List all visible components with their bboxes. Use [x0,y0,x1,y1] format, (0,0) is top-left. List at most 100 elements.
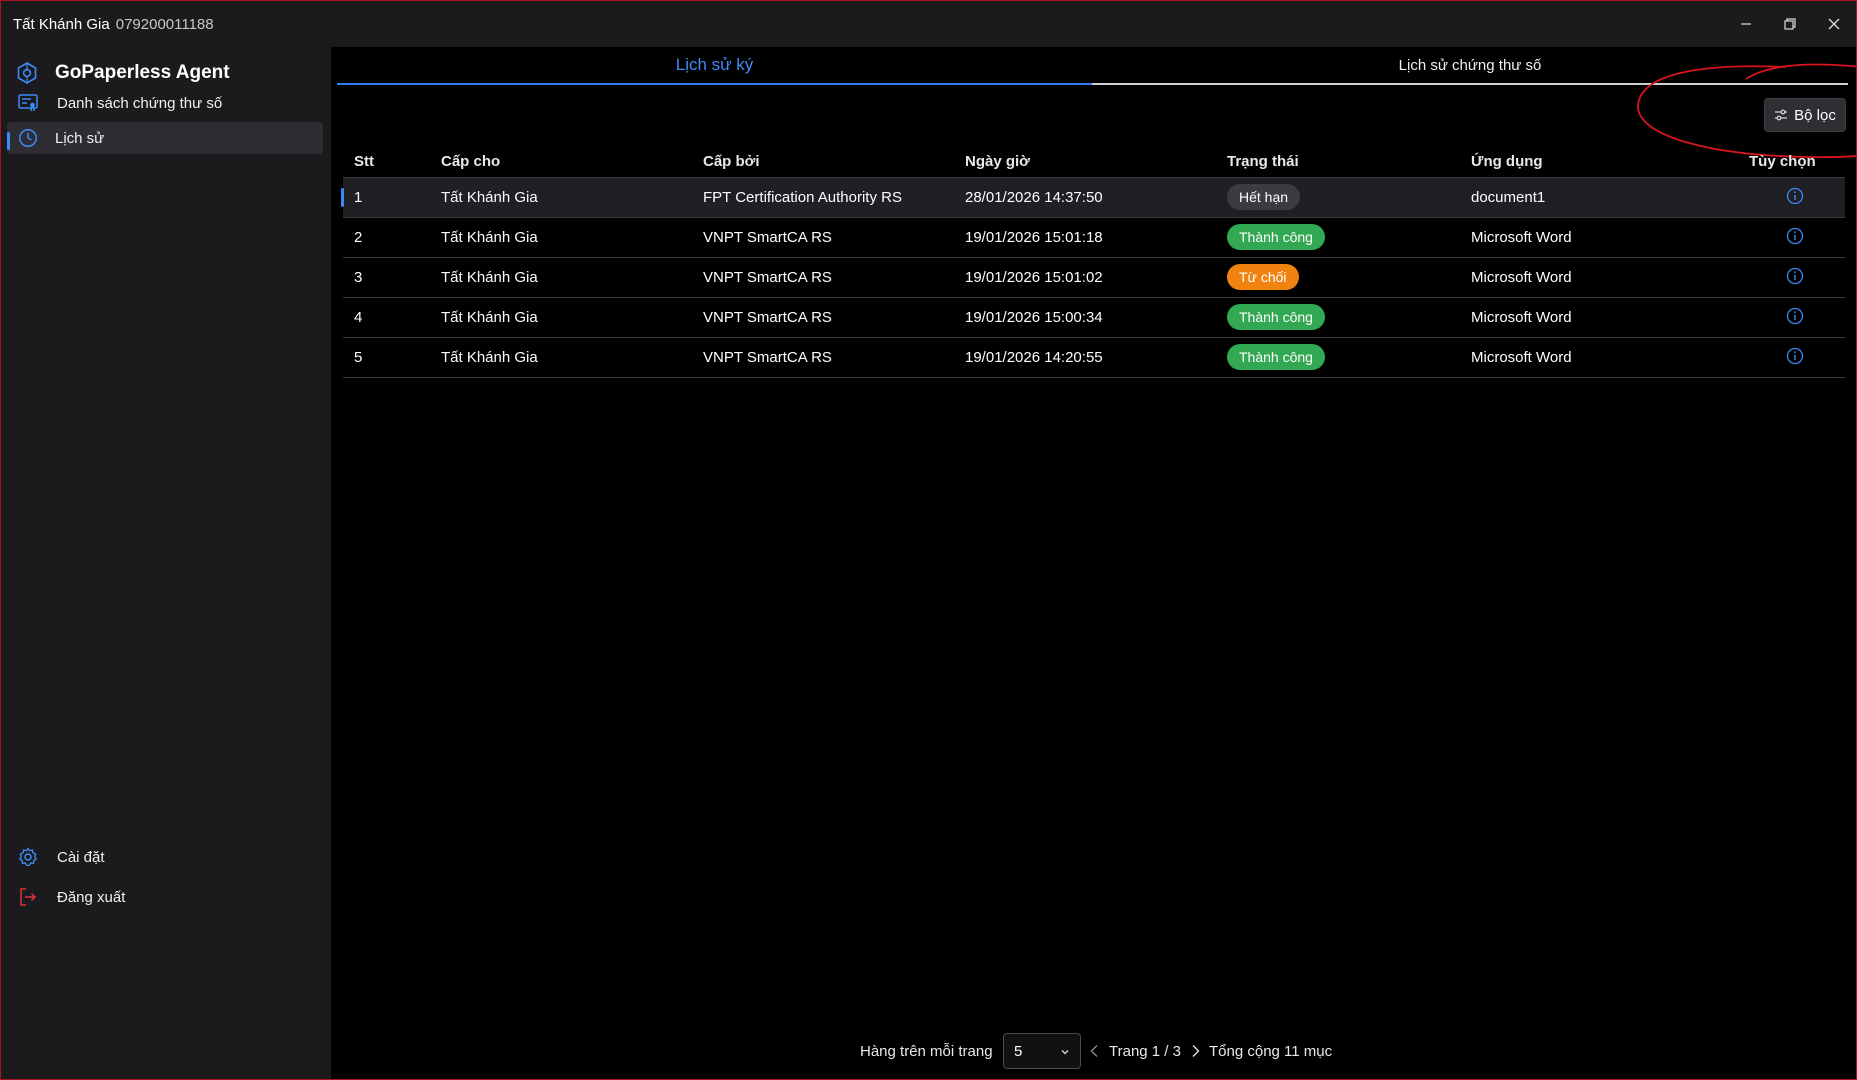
column-header-status: Trạng thái [1227,153,1299,170]
sidebar-item-history[interactable]: Lịch sử [7,122,323,154]
title-bar: Tất Khánh Gia 079200011188 [1,1,1856,47]
table-row[interactable]: 5 Tất Khánh Gia VNPT SmartCA RS 19/01/20… [343,338,1845,378]
window-controls [1724,1,1856,47]
table-header: Stt Cấp cho Cấp bởi Ngày giờ Trạng thái … [343,145,1845,177]
cell-application: Microsoft Word [1471,309,1572,326]
tab-label: Lịch sử chứng thư số [1398,56,1542,74]
filter-button[interactable]: Bộ lọc [1764,98,1846,132]
filter-button-label: Bộ lọc [1794,106,1836,124]
info-icon[interactable] [1786,187,1804,209]
app-logo-icon [17,62,37,84]
status-badge: Thành công [1227,344,1325,370]
cell-datetime: 28/01/2026 14:37:50 [965,189,1103,206]
close-icon [1828,18,1840,30]
column-header-application: Ứng dụng [1471,153,1543,170]
main-content: Lịch sử ký Lịch sử chứng thư số Bộ lọc S… [331,47,1856,1079]
status-badge-label: Từ chối [1227,264,1299,290]
cell-datetime: 19/01/2026 15:01:18 [965,229,1103,246]
column-header-issued-to: Cấp cho [441,153,501,170]
close-button[interactable] [1812,1,1856,47]
sliders-icon [1774,109,1788,121]
status-badge-label: Thành công [1227,304,1325,330]
column-header-options: Tùy chọn [1749,153,1816,170]
column-header-datetime: Ngày giờ [965,153,1030,170]
restore-button[interactable] [1768,1,1812,47]
tab-certificate-history[interactable]: Lịch sử chứng thư số [1092,47,1848,85]
cell-stt: 4 [354,309,363,326]
cell-issued-by: VNPT SmartCA RS [703,269,832,286]
rows-per-page-label: Hàng trên mỗi trang [860,1043,993,1060]
cell-application: document1 [1471,189,1546,206]
cell-issued-to: Tất Khánh Gia [441,229,538,246]
cell-application: Microsoft Word [1471,229,1572,246]
info-icon[interactable] [1786,307,1804,329]
history-table: Stt Cấp cho Cấp bởi Ngày giờ Trạng thái … [341,145,1845,378]
status-badge-label: Thành công [1227,344,1325,370]
cell-datetime: 19/01/2026 14:20:55 [965,349,1103,366]
cell-issued-to: Tất Khánh Gia [441,269,538,286]
clock-icon [17,127,39,149]
cell-issued-by: VNPT SmartCA RS [703,309,832,326]
sidebar-item-certificates[interactable]: Danh sách chứng thư số [7,84,323,122]
column-header-issued-by: Cấp bởi [703,153,760,170]
total-items-label: Tổng cộng 11 mục [1209,1043,1333,1060]
cell-issued-by: VNPT SmartCA RS [703,229,832,246]
sidebar-item-settings[interactable]: Cài đặt [7,838,323,876]
tab-bar: Lịch sử ký Lịch sử chứng thư số [337,47,1856,85]
tab-signing-history[interactable]: Lịch sử ký [337,47,1092,85]
sidebar-item-label: Lịch sử [55,129,105,147]
user-id: 079200011188 [115,15,214,33]
cell-datetime: 19/01/2026 15:00:34 [965,309,1103,326]
column-header-stt: Stt [354,153,374,170]
cell-stt: 1 [354,189,363,206]
chevron-down-icon [1060,1044,1070,1062]
cell-datetime: 19/01/2026 15:01:02 [965,269,1103,286]
cell-issued-by: FPT Certification Authority RS [703,189,902,206]
sidebar-item-label: Danh sách chứng thư số [57,94,223,112]
prev-page-icon[interactable] [1089,1044,1101,1063]
pagination: Hàng trên mỗi trang 5 Trang 1 / 3 Tổng c… [331,1033,1856,1069]
restore-icon [1784,18,1796,30]
next-page-icon[interactable] [1189,1044,1201,1063]
sidebar: GoPaperless Agent Danh sách chứng thư số… [1,47,331,1079]
sidebar-item-logout[interactable]: Đăng xuất [7,878,323,916]
user-name: Tất Khánh Gia [13,15,110,33]
table-row[interactable]: 1 Tất Khánh Gia FPT Certification Author… [341,177,1845,218]
info-icon[interactable] [1786,267,1804,289]
cell-issued-to: Tất Khánh Gia [441,309,538,326]
info-icon[interactable] [1786,347,1804,369]
status-badge: Thành công [1227,224,1325,250]
cell-stt: 2 [354,229,363,246]
status-badge: Từ chối [1227,264,1299,290]
cell-stt: 5 [354,349,363,366]
app-name: GoPaperless Agent [55,62,230,83]
page-indicator: Trang 1 / 3 [1109,1043,1181,1060]
sidebar-item-label: Đăng xuất [57,888,126,906]
status-badge: Thành công [1227,304,1325,330]
brand: GoPaperless Agent [15,61,230,85]
logout-icon [17,886,39,908]
minimize-button[interactable] [1724,1,1768,47]
certificate-list-icon [17,92,39,114]
cell-issued-to: Tất Khánh Gia [441,189,538,206]
cell-application: Microsoft Word [1471,269,1572,286]
app-window: Tất Khánh Gia 079200011188 GoPaperless Ag… [0,0,1857,1080]
gear-icon [17,846,39,868]
cell-stt: 3 [354,269,363,286]
table-row[interactable]: 3 Tất Khánh Gia VNPT SmartCA RS 19/01/20… [343,258,1845,298]
table-row[interactable]: 2 Tất Khánh Gia VNPT SmartCA RS 19/01/20… [343,218,1845,258]
cell-application: Microsoft Word [1471,349,1572,366]
status-badge-label: Hết hạn [1227,184,1301,210]
tab-label: Lịch sử ký [675,55,754,74]
rows-per-page-value: 5 [1014,1043,1023,1060]
minimize-icon [1741,23,1751,25]
info-icon[interactable] [1786,227,1804,249]
cell-issued-to: Tất Khánh Gia [441,349,538,366]
cell-issued-by: VNPT SmartCA RS [703,349,832,366]
window-title: Tất Khánh Gia 079200011188 [13,16,214,33]
sidebar-item-label: Cài đặt [57,848,105,866]
status-badge-label: Thành công [1227,224,1325,250]
status-badge: Hết hạn [1227,184,1301,210]
rows-per-page-select[interactable]: 5 [1003,1033,1081,1069]
table-row[interactable]: 4 Tất Khánh Gia VNPT SmartCA RS 19/01/20… [343,298,1845,338]
